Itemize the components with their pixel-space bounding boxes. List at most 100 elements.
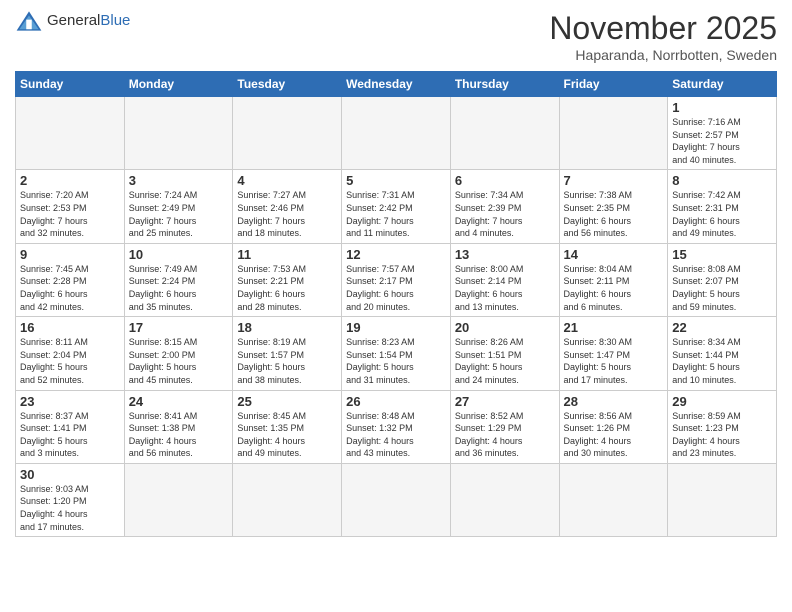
calendar-week-5: 30Sunrise: 9:03 AM Sunset: 1:20 PM Dayli… bbox=[16, 463, 777, 536]
day-info: Sunrise: 7:53 AM Sunset: 2:21 PM Dayligh… bbox=[237, 263, 337, 313]
day-info: Sunrise: 8:11 AM Sunset: 2:04 PM Dayligh… bbox=[20, 336, 120, 386]
day-number: 8 bbox=[672, 173, 772, 188]
calendar-cell: 28Sunrise: 8:56 AM Sunset: 1:26 PM Dayli… bbox=[559, 390, 668, 463]
calendar-header-row: Sunday Monday Tuesday Wednesday Thursday… bbox=[16, 72, 777, 97]
calendar-cell: 8Sunrise: 7:42 AM Sunset: 2:31 PM Daylig… bbox=[668, 170, 777, 243]
calendar-week-0: 1Sunrise: 7:16 AM Sunset: 2:57 PM Daylig… bbox=[16, 97, 777, 170]
day-number: 27 bbox=[455, 394, 555, 409]
logo: GeneralBlue bbox=[15, 10, 130, 32]
day-info: Sunrise: 7:20 AM Sunset: 2:53 PM Dayligh… bbox=[20, 189, 120, 239]
title-block: November 2025 Haparanda, Norrbotten, Swe… bbox=[549, 10, 777, 63]
day-info: Sunrise: 8:45 AM Sunset: 1:35 PM Dayligh… bbox=[237, 410, 337, 460]
col-monday: Monday bbox=[124, 72, 233, 97]
day-number: 25 bbox=[237, 394, 337, 409]
day-number: 16 bbox=[20, 320, 120, 335]
day-info: Sunrise: 7:16 AM Sunset: 2:57 PM Dayligh… bbox=[672, 116, 772, 166]
calendar-cell bbox=[559, 97, 668, 170]
day-number: 5 bbox=[346, 173, 446, 188]
calendar-cell: 30Sunrise: 9:03 AM Sunset: 1:20 PM Dayli… bbox=[16, 463, 125, 536]
day-info: Sunrise: 8:56 AM Sunset: 1:26 PM Dayligh… bbox=[564, 410, 664, 460]
day-info: Sunrise: 8:15 AM Sunset: 2:00 PM Dayligh… bbox=[129, 336, 229, 386]
calendar-week-1: 2Sunrise: 7:20 AM Sunset: 2:53 PM Daylig… bbox=[16, 170, 777, 243]
day-number: 9 bbox=[20, 247, 120, 262]
col-thursday: Thursday bbox=[450, 72, 559, 97]
logo-icon bbox=[15, 10, 43, 32]
day-info: Sunrise: 8:48 AM Sunset: 1:32 PM Dayligh… bbox=[346, 410, 446, 460]
day-number: 4 bbox=[237, 173, 337, 188]
day-info: Sunrise: 7:24 AM Sunset: 2:49 PM Dayligh… bbox=[129, 189, 229, 239]
calendar-cell bbox=[124, 97, 233, 170]
calendar-cell: 3Sunrise: 7:24 AM Sunset: 2:49 PM Daylig… bbox=[124, 170, 233, 243]
calendar-cell: 4Sunrise: 7:27 AM Sunset: 2:46 PM Daylig… bbox=[233, 170, 342, 243]
day-info: Sunrise: 8:19 AM Sunset: 1:57 PM Dayligh… bbox=[237, 336, 337, 386]
calendar-cell: 26Sunrise: 8:48 AM Sunset: 1:32 PM Dayli… bbox=[342, 390, 451, 463]
calendar-cell: 15Sunrise: 8:08 AM Sunset: 2:07 PM Dayli… bbox=[668, 243, 777, 316]
day-number: 22 bbox=[672, 320, 772, 335]
calendar-cell: 13Sunrise: 8:00 AM Sunset: 2:14 PM Dayli… bbox=[450, 243, 559, 316]
day-number: 6 bbox=[455, 173, 555, 188]
day-number: 11 bbox=[237, 247, 337, 262]
calendar-table: Sunday Monday Tuesday Wednesday Thursday… bbox=[15, 71, 777, 537]
calendar-cell: 24Sunrise: 8:41 AM Sunset: 1:38 PM Dayli… bbox=[124, 390, 233, 463]
calendar-cell bbox=[559, 463, 668, 536]
calendar-cell: 14Sunrise: 8:04 AM Sunset: 2:11 PM Dayli… bbox=[559, 243, 668, 316]
day-number: 30 bbox=[20, 467, 120, 482]
day-number: 18 bbox=[237, 320, 337, 335]
calendar-cell: 29Sunrise: 8:59 AM Sunset: 1:23 PM Dayli… bbox=[668, 390, 777, 463]
day-info: Sunrise: 8:26 AM Sunset: 1:51 PM Dayligh… bbox=[455, 336, 555, 386]
day-number: 24 bbox=[129, 394, 229, 409]
day-number: 19 bbox=[346, 320, 446, 335]
calendar-cell: 22Sunrise: 8:34 AM Sunset: 1:44 PM Dayli… bbox=[668, 317, 777, 390]
day-number: 3 bbox=[129, 173, 229, 188]
calendar-cell: 17Sunrise: 8:15 AM Sunset: 2:00 PM Dayli… bbox=[124, 317, 233, 390]
calendar-cell bbox=[342, 97, 451, 170]
day-info: Sunrise: 8:08 AM Sunset: 2:07 PM Dayligh… bbox=[672, 263, 772, 313]
day-number: 29 bbox=[672, 394, 772, 409]
calendar-cell: 18Sunrise: 8:19 AM Sunset: 1:57 PM Dayli… bbox=[233, 317, 342, 390]
day-number: 20 bbox=[455, 320, 555, 335]
calendar-cell bbox=[342, 463, 451, 536]
logo-blue: Blue bbox=[100, 12, 130, 29]
day-number: 15 bbox=[672, 247, 772, 262]
day-info: Sunrise: 8:59 AM Sunset: 1:23 PM Dayligh… bbox=[672, 410, 772, 460]
day-info: Sunrise: 7:38 AM Sunset: 2:35 PM Dayligh… bbox=[564, 189, 664, 239]
day-info: Sunrise: 8:00 AM Sunset: 2:14 PM Dayligh… bbox=[455, 263, 555, 313]
calendar-cell: 7Sunrise: 7:38 AM Sunset: 2:35 PM Daylig… bbox=[559, 170, 668, 243]
col-tuesday: Tuesday bbox=[233, 72, 342, 97]
day-number: 1 bbox=[672, 100, 772, 115]
col-saturday: Saturday bbox=[668, 72, 777, 97]
day-info: Sunrise: 7:57 AM Sunset: 2:17 PM Dayligh… bbox=[346, 263, 446, 313]
day-number: 21 bbox=[564, 320, 664, 335]
day-info: Sunrise: 7:49 AM Sunset: 2:24 PM Dayligh… bbox=[129, 263, 229, 313]
day-number: 2 bbox=[20, 173, 120, 188]
day-info: Sunrise: 8:04 AM Sunset: 2:11 PM Dayligh… bbox=[564, 263, 664, 313]
day-info: Sunrise: 8:41 AM Sunset: 1:38 PM Dayligh… bbox=[129, 410, 229, 460]
calendar-cell: 25Sunrise: 8:45 AM Sunset: 1:35 PM Dayli… bbox=[233, 390, 342, 463]
calendar-week-4: 23Sunrise: 8:37 AM Sunset: 1:41 PM Dayli… bbox=[16, 390, 777, 463]
calendar-cell: 11Sunrise: 7:53 AM Sunset: 2:21 PM Dayli… bbox=[233, 243, 342, 316]
header: GeneralBlue November 2025 Haparanda, Nor… bbox=[15, 10, 777, 63]
calendar-cell bbox=[124, 463, 233, 536]
col-friday: Friday bbox=[559, 72, 668, 97]
calendar-cell: 10Sunrise: 7:49 AM Sunset: 2:24 PM Dayli… bbox=[124, 243, 233, 316]
day-info: Sunrise: 8:34 AM Sunset: 1:44 PM Dayligh… bbox=[672, 336, 772, 386]
calendar-cell bbox=[233, 463, 342, 536]
day-number: 23 bbox=[20, 394, 120, 409]
day-info: Sunrise: 7:27 AM Sunset: 2:46 PM Dayligh… bbox=[237, 189, 337, 239]
calendar-cell bbox=[450, 463, 559, 536]
calendar-cell: 5Sunrise: 7:31 AM Sunset: 2:42 PM Daylig… bbox=[342, 170, 451, 243]
day-info: Sunrise: 7:45 AM Sunset: 2:28 PM Dayligh… bbox=[20, 263, 120, 313]
day-info: Sunrise: 9:03 AM Sunset: 1:20 PM Dayligh… bbox=[20, 483, 120, 533]
calendar-cell: 21Sunrise: 8:30 AM Sunset: 1:47 PM Dayli… bbox=[559, 317, 668, 390]
day-number: 7 bbox=[564, 173, 664, 188]
calendar-cell: 16Sunrise: 8:11 AM Sunset: 2:04 PM Dayli… bbox=[16, 317, 125, 390]
day-info: Sunrise: 8:30 AM Sunset: 1:47 PM Dayligh… bbox=[564, 336, 664, 386]
calendar-week-2: 9Sunrise: 7:45 AM Sunset: 2:28 PM Daylig… bbox=[16, 243, 777, 316]
calendar-cell: 9Sunrise: 7:45 AM Sunset: 2:28 PM Daylig… bbox=[16, 243, 125, 316]
day-info: Sunrise: 8:52 AM Sunset: 1:29 PM Dayligh… bbox=[455, 410, 555, 460]
calendar-cell: 20Sunrise: 8:26 AM Sunset: 1:51 PM Dayli… bbox=[450, 317, 559, 390]
day-info: Sunrise: 8:23 AM Sunset: 1:54 PM Dayligh… bbox=[346, 336, 446, 386]
day-number: 13 bbox=[455, 247, 555, 262]
calendar-cell: 2Sunrise: 7:20 AM Sunset: 2:53 PM Daylig… bbox=[16, 170, 125, 243]
calendar-cell: 19Sunrise: 8:23 AM Sunset: 1:54 PM Dayli… bbox=[342, 317, 451, 390]
